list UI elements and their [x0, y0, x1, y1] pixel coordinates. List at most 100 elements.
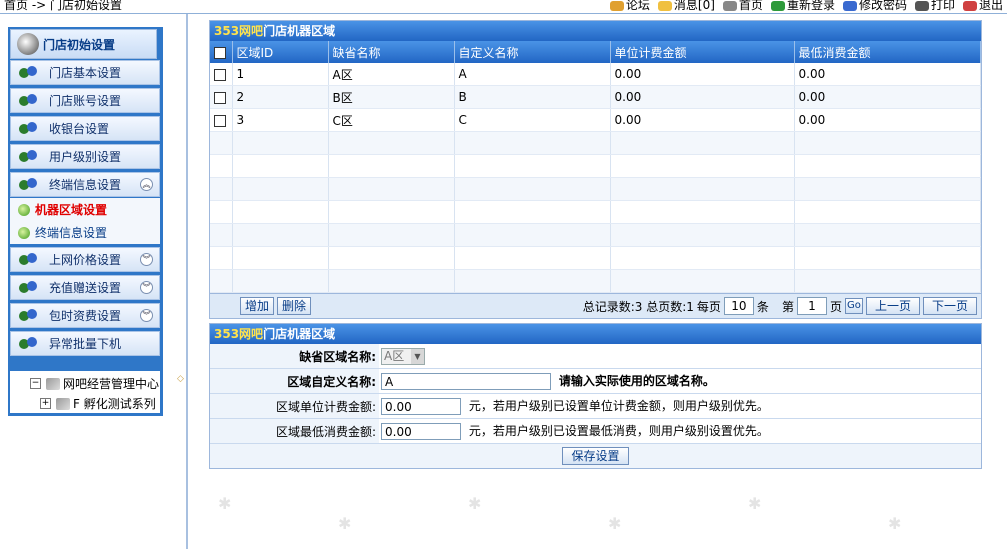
- sidebar-item-label: 充值赠送设置: [49, 281, 122, 295]
- custom-name-label: 区域自定义名称:: [210, 368, 379, 394]
- dropdown-arrow-icon: ▼: [411, 348, 424, 364]
- unit-fee-input[interactable]: 0.00: [381, 398, 461, 415]
- page-unit: 页: [829, 299, 842, 314]
- add-button[interactable]: 增加: [240, 297, 275, 315]
- watermark-star-icon: ✱: [338, 514, 352, 533]
- users-icon: [19, 64, 39, 82]
- empty-row: [210, 246, 981, 270]
- sidebar-item-store-account[interactable]: 门店账号设置: [10, 88, 160, 113]
- go-button[interactable]: Go: [844, 298, 863, 314]
- logout-link[interactable]: 退出: [962, 0, 1003, 13]
- print-link[interactable]: 打印: [914, 0, 955, 13]
- cell-custom-name: C: [454, 108, 611, 132]
- apple-icon: [18, 203, 30, 216]
- network-icon: [46, 377, 60, 390]
- cell-default-name: C区: [328, 108, 455, 132]
- tree-node-child[interactable]: + F 孵化测试系列: [40, 395, 156, 412]
- custom-name-input[interactable]: A: [381, 373, 551, 390]
- sidebar-header[interactable]: 门店初始设置: [10, 29, 157, 59]
- users-icon: [19, 251, 39, 269]
- form-panel-title: 353网吧门店机器区域: [210, 324, 981, 344]
- empty-row: [210, 177, 981, 201]
- next-page-button[interactable]: 下一页: [922, 297, 977, 315]
- column-header-custom-name[interactable]: 自定义名称: [454, 41, 611, 63]
- cell-min-fee: 0.00: [794, 63, 981, 86]
- sidebar-item-label: 终端信息设置: [49, 178, 122, 192]
- sidebar-header-label: 门店初始设置: [43, 37, 116, 52]
- users-icon: [19, 279, 39, 297]
- cell-custom-name: A: [454, 63, 611, 86]
- chevron-down-icon[interactable]: ︾: [140, 253, 153, 266]
- sidebar-item-batch-logout[interactable]: 异常批量下机: [10, 331, 160, 356]
- main-content: ✱ ✱ ✱ ✱ ✱ ✱ 353网吧门店机器区域 区域ID 缺省名称 自定义名称 …: [188, 14, 1007, 549]
- unit-fee-label: 区域单位计费金额:: [210, 393, 379, 419]
- column-header-default-name[interactable]: 缺省名称: [328, 41, 455, 63]
- unit-fee-hint: 元，若用户级别已设置单位计费金额，则用户级别优先。: [468, 399, 769, 413]
- watermark-star-icon: ✱: [748, 494, 762, 513]
- column-header-id[interactable]: 区域ID: [232, 41, 329, 63]
- relogin-link[interactable]: 重新登录: [770, 0, 835, 13]
- row-checkbox[interactable]: [214, 91, 226, 104]
- home-link[interactable]: 首页: [722, 0, 763, 13]
- messages-link[interactable]: 消息[0]: [657, 0, 715, 13]
- change-password-link[interactable]: 修改密码: [842, 0, 907, 13]
- default-name-select[interactable]: A区 ▼: [381, 347, 425, 365]
- cell-id: 2: [232, 85, 329, 109]
- sidebar-panel: 门店初始设置 门店基本设置 门店账号设置 收银台设置 用户级别设置 终端信息设置…: [8, 27, 163, 416]
- org-tree: − 网吧经营管理中心 + F 孵化测试系列: [10, 371, 160, 413]
- per-page-input[interactable]: 10: [723, 297, 754, 315]
- watermark-star-icon: ✱: [888, 514, 902, 533]
- page-input[interactable]: 1: [796, 297, 827, 315]
- sidebar-item-user-level[interactable]: 用户级别设置: [10, 144, 160, 169]
- sidebar-subitem-machine-area[interactable]: 机器区域设置: [10, 198, 160, 221]
- chevron-down-icon[interactable]: ︾: [140, 281, 153, 294]
- sidebar-subitem-label: 机器区域设置: [35, 203, 108, 217]
- chevron-up-icon[interactable]: ︽: [140, 178, 153, 191]
- chevron-down-icon[interactable]: ︾: [140, 309, 153, 322]
- forum-link[interactable]: 论坛: [609, 0, 650, 13]
- sidebar-item-store-basic[interactable]: 门店基本设置: [10, 60, 160, 85]
- power-icon: [962, 0, 977, 11]
- tree-toggle[interactable]: −: [30, 378, 41, 389]
- select-all-checkbox[interactable]: [214, 46, 226, 59]
- users-icon: [19, 335, 39, 353]
- cell-id: 3: [232, 108, 329, 132]
- area-table: 区域ID 缺省名称 自定义名称 单位计费金额 最低消费金额 1 A区 A 0.0…: [210, 41, 981, 293]
- min-fee-input[interactable]: 0.00: [381, 423, 461, 440]
- sidebar-subitem-label: 终端信息设置: [35, 226, 108, 240]
- delete-button[interactable]: 删除: [277, 297, 312, 315]
- sidebar-subitem-terminal-info[interactable]: 终端信息设置: [10, 221, 160, 244]
- cell-unit-fee: 0.00: [610, 108, 795, 132]
- cell-unit-fee: 0.00: [610, 85, 795, 109]
- sidebar-item-cashier[interactable]: 收银台设置: [10, 116, 160, 141]
- splitter[interactable]: ◇: [176, 14, 188, 549]
- tree-toggle[interactable]: +: [40, 398, 51, 409]
- column-header-unit-fee[interactable]: 单位计费金额: [610, 41, 795, 63]
- sidebar-item-recharge-gift[interactable]: 充值赠送设置 ︾: [10, 275, 160, 300]
- form-actions: 保存设置: [210, 443, 981, 468]
- save-settings-button[interactable]: 保存设置: [562, 447, 629, 465]
- sidebar-item-internet-price[interactable]: 上网价格设置 ︾: [10, 247, 160, 272]
- empty-row: [210, 200, 981, 224]
- prev-page-button[interactable]: 上一页: [865, 297, 920, 315]
- apple-icon: [18, 226, 30, 239]
- area-form-panel: 353网吧门店机器区域 缺省区域名称: A区 ▼ 区域自定义名称: A 请输入实…: [209, 323, 982, 469]
- collapse-arrow-icon[interactable]: ◇: [177, 374, 185, 384]
- sidebar-item-label: 异常批量下机: [49, 337, 122, 351]
- row-checkbox[interactable]: [214, 68, 226, 81]
- users-icon: [19, 176, 39, 194]
- sidebar-item-terminal-info[interactable]: 终端信息设置 ︽: [10, 172, 160, 197]
- area-grid-panel: 353网吧门店机器区域 区域ID 缺省名称 自定义名称 单位计费金额 最低消费金…: [209, 20, 982, 319]
- cell-min-fee: 0.00: [794, 108, 981, 132]
- column-header-min-fee[interactable]: 最低消费金额: [794, 41, 981, 63]
- cell-unit-fee: 0.00: [610, 63, 795, 86]
- table-row[interactable]: 1 A区 A 0.00 0.00: [210, 63, 981, 86]
- min-fee-hint: 元，若用户级别已设置最低消费，则用户级别设置优先。: [468, 424, 769, 438]
- row-checkbox[interactable]: [214, 114, 226, 127]
- tree-node-root[interactable]: − 网吧经营管理中心: [30, 375, 159, 392]
- watermark-star-icon: ✱: [218, 494, 232, 513]
- sidebar-item-time-package[interactable]: 包时资费设置 ︾: [10, 303, 160, 328]
- table-row[interactable]: 3 C区 C 0.00 0.00: [210, 108, 981, 132]
- total-records-text: 总记录数:3 总页数:1: [582, 299, 694, 314]
- table-row[interactable]: 2 B区 B 0.00 0.00: [210, 85, 981, 109]
